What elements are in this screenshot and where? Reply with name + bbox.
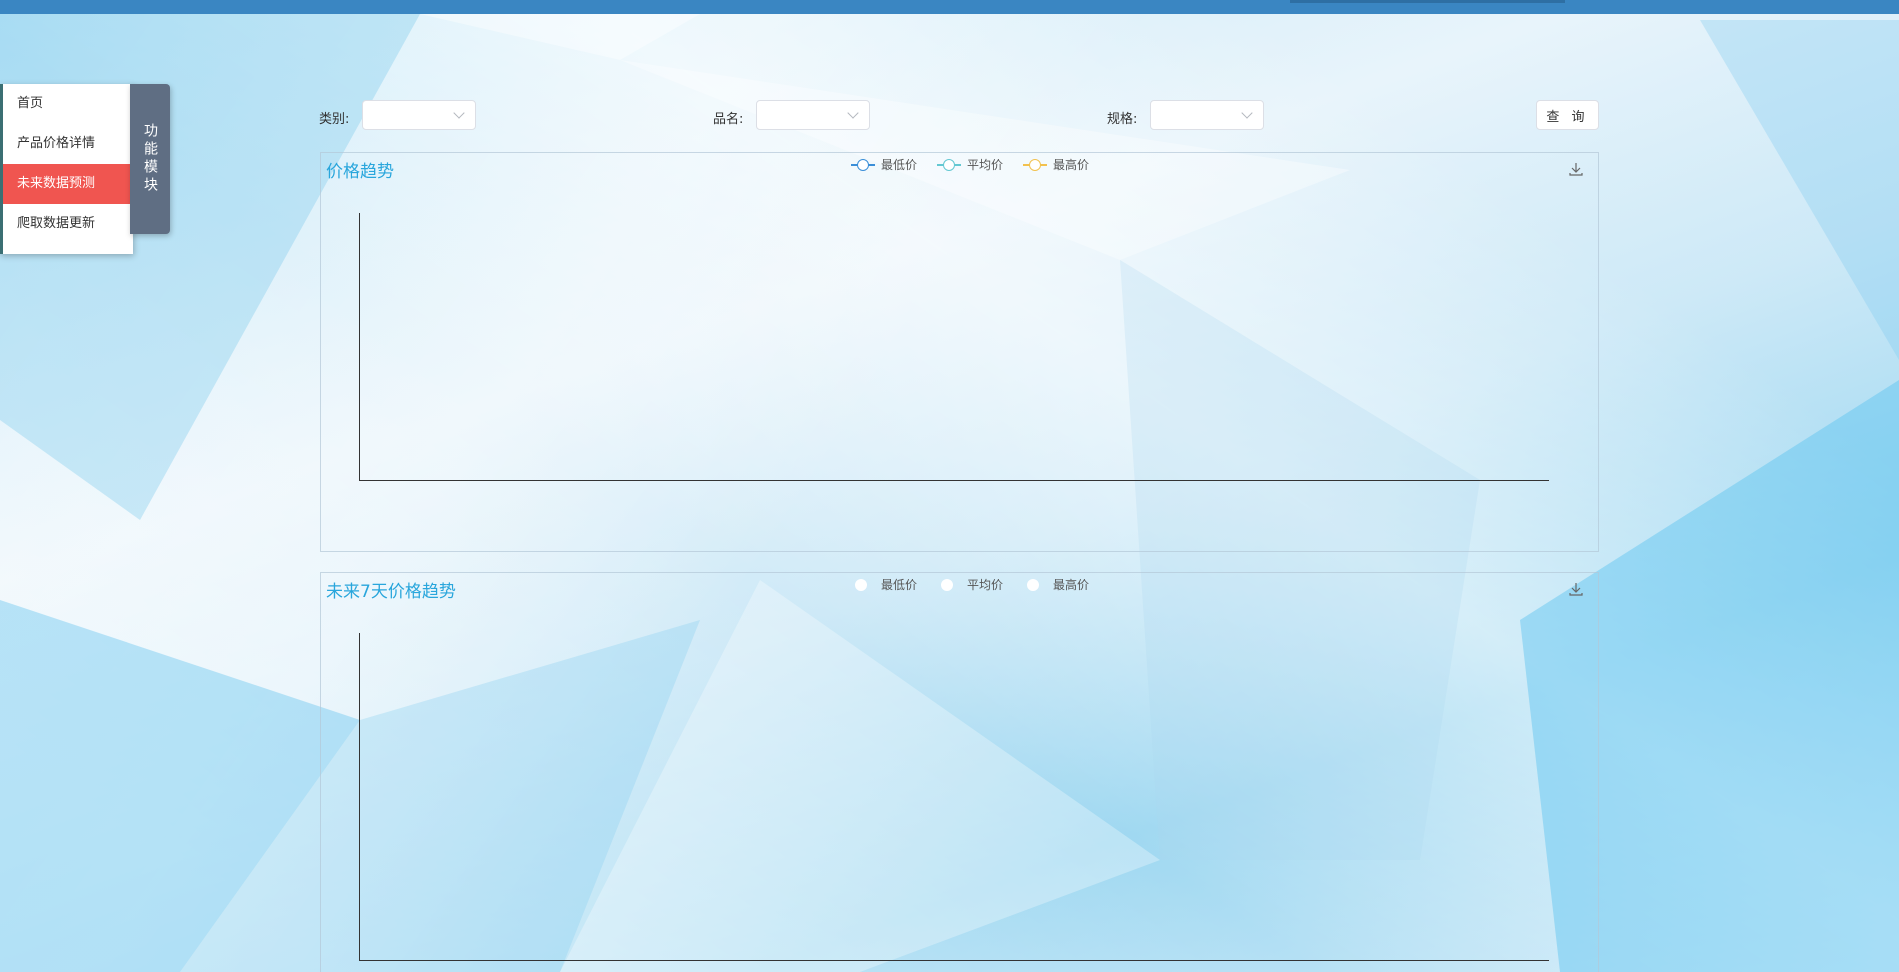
name-label: 品名: bbox=[713, 112, 744, 127]
menu-item-forecast[interactable]: 未来数据预测 bbox=[3, 164, 133, 204]
top-bar bbox=[0, 0, 1899, 14]
legend-marker bbox=[851, 578, 875, 591]
legend-item-min[interactable]: 最低价 bbox=[851, 156, 917, 173]
legend-label: 最低价 bbox=[881, 578, 918, 592]
legend-item-max[interactable]: 最高价 bbox=[1023, 576, 1089, 593]
legend-marker bbox=[937, 158, 962, 171]
name-select[interactable] bbox=[756, 100, 870, 130]
chevron-down-icon bbox=[847, 107, 859, 119]
chart-title: 价格趋势 bbox=[326, 162, 394, 182]
y-axis bbox=[359, 213, 360, 480]
legend-marker bbox=[937, 578, 961, 591]
chart-legend: 最低价 平均价 最高价 bbox=[851, 156, 1089, 173]
category-select[interactable] bbox=[362, 100, 476, 130]
legend-label: 最高价 bbox=[1053, 158, 1090, 172]
forecast-7day-chart: 未来7天价格趋势 最低价 平均价 最高价 bbox=[320, 572, 1599, 972]
side-menu: 首页 产品价格详情 未来数据预测 爬取数据更新 bbox=[0, 84, 133, 254]
legend-label: 平均价 bbox=[967, 158, 1004, 172]
category-label: 类别: bbox=[319, 112, 350, 127]
chart-legend: 最低价 平均价 最高价 bbox=[851, 576, 1089, 593]
menu-item-crawl-update[interactable]: 爬取数据更新 bbox=[3, 204, 133, 244]
legend-item-max[interactable]: 最高价 bbox=[1023, 156, 1089, 173]
top-bar-tab bbox=[1290, 0, 1565, 3]
chevron-down-icon bbox=[1241, 107, 1253, 119]
x-axis bbox=[359, 480, 1549, 481]
function-module-label: 功能模块 bbox=[142, 123, 158, 195]
legend-label: 最高价 bbox=[1053, 578, 1090, 592]
legend-label: 最低价 bbox=[881, 158, 918, 172]
legend-item-min[interactable]: 最低价 bbox=[851, 576, 917, 593]
price-trend-chart: 价格趋势 最低价 平均价 最高价 bbox=[320, 152, 1599, 552]
spec-label: 规格: bbox=[1107, 112, 1138, 127]
legend-item-avg[interactable]: 平均价 bbox=[937, 576, 1003, 593]
download-icon[interactable] bbox=[1568, 161, 1584, 177]
legend-label: 平均价 bbox=[967, 578, 1004, 592]
y-axis bbox=[359, 633, 360, 960]
function-module-tab[interactable]: 功能模块 bbox=[130, 84, 170, 234]
legend-marker bbox=[1023, 578, 1047, 591]
download-icon[interactable] bbox=[1568, 581, 1584, 597]
legend-item-avg[interactable]: 平均价 bbox=[937, 156, 1003, 173]
chart-title: 未来7天价格趋势 bbox=[326, 582, 456, 602]
legend-marker bbox=[1023, 158, 1048, 171]
menu-item-price-details[interactable]: 产品价格详情 bbox=[3, 124, 133, 164]
spec-select[interactable] bbox=[1150, 100, 1264, 130]
x-axis bbox=[359, 960, 1549, 961]
menu-item-home[interactable]: 首页 bbox=[3, 84, 133, 124]
chevron-down-icon bbox=[453, 107, 465, 119]
query-button[interactable]: 查 询 bbox=[1536, 100, 1599, 130]
legend-marker bbox=[851, 158, 875, 171]
